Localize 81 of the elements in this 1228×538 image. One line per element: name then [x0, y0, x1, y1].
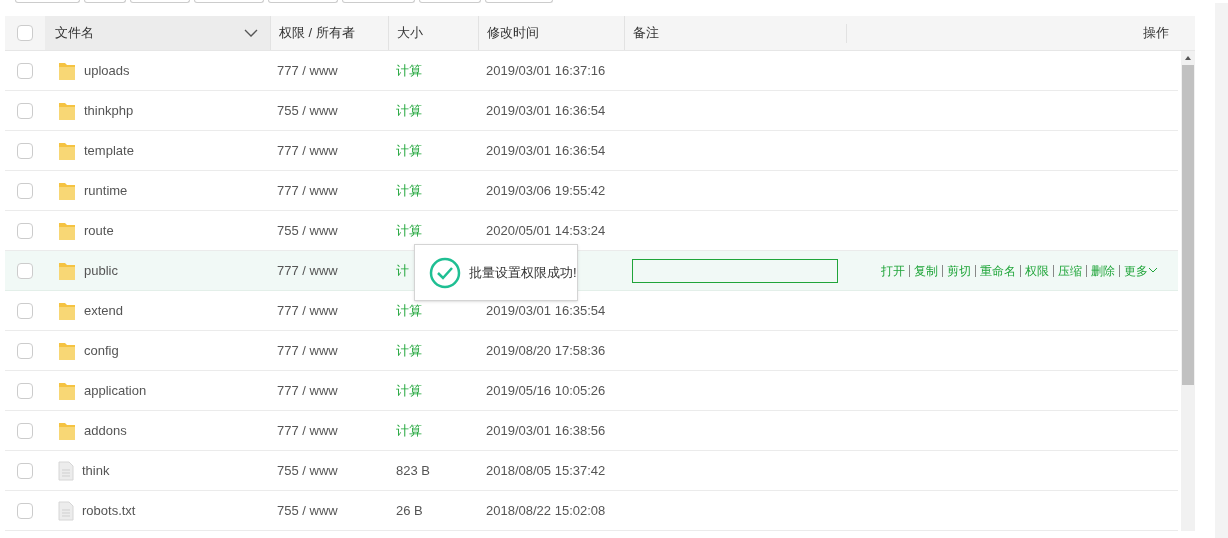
- toolbar-button[interactable]: [84, 0, 126, 3]
- toolbar-button[interactable]: [130, 0, 190, 3]
- file-row[interactable]: config 777 / www 计算 2019/08/20 17:58:36: [5, 331, 1178, 371]
- toolbar-button[interactable]: [342, 0, 415, 3]
- column-header[interactable]: 修改时间: [487, 23, 539, 43]
- column-header[interactable]: 备注: [633, 23, 659, 43]
- file-name[interactable]: addons: [84, 420, 127, 441]
- file-row[interactable]: think 755 / www 823 B 2018/08/05 15:37:42: [5, 451, 1178, 491]
- file-name[interactable]: runtime: [84, 180, 128, 201]
- file-name[interactable]: robots.txt: [82, 500, 136, 521]
- modified-time: 2019/08/20 17:58:36: [486, 342, 606, 358]
- checkbox[interactable]: [17, 462, 33, 479]
- checkbox[interactable]: [17, 382, 33, 399]
- modified-time: 2018/08/22 15:02:08: [486, 502, 606, 518]
- size-text[interactable]: 26 B: [396, 502, 423, 518]
- file-icon: [58, 500, 74, 521]
- toolbar-button[interactable]: [419, 0, 481, 3]
- column-header[interactable]: 大小: [397, 23, 423, 43]
- remark-field[interactable]: [632, 258, 838, 283]
- permissions-text[interactable]: 777 / www: [277, 302, 338, 318]
- file-name[interactable]: think: [82, 460, 110, 481]
- modified-time: 2019/03/01 16:35:54: [486, 302, 606, 318]
- file-icon: [58, 460, 74, 481]
- permissions-text[interactable]: 755 / www: [277, 222, 338, 238]
- file-name[interactable]: application: [84, 380, 147, 401]
- file-name[interactable]: config: [84, 340, 119, 361]
- file-row[interactable]: template 777 / www 计算 2019/03/01 16:36:54: [5, 131, 1178, 171]
- column-header[interactable]: 权限 / 所有者: [279, 23, 355, 43]
- permissions-text[interactable]: 755 / www: [277, 462, 338, 478]
- checkbox[interactable]: [17, 502, 33, 519]
- checkbox[interactable]: [17, 422, 33, 439]
- column-header[interactable]: 文件名: [55, 23, 94, 43]
- size-text[interactable]: 823 B: [396, 462, 430, 478]
- permissions-text[interactable]: 755 / www: [277, 102, 338, 118]
- modified-time: 2018/08/05 15:37:42: [486, 462, 606, 478]
- checkbox[interactable]: [17, 102, 33, 119]
- modified-time: 2019/03/01 16:37:16: [486, 62, 606, 78]
- checkbox[interactable]: [17, 262, 33, 279]
- modified-time: 2019/03/01 16:36:54: [486, 142, 606, 158]
- file-name[interactable]: uploads: [84, 60, 130, 81]
- file-name[interactable]: thinkphp: [84, 100, 134, 121]
- permissions-text[interactable]: 755 / www: [277, 502, 338, 518]
- file-row[interactable]: runtime 777 / www 计算 2019/03/06 19:55:42: [5, 171, 1178, 211]
- checkbox[interactable]: [17, 222, 33, 239]
- toolbar-button[interactable]: [268, 0, 338, 3]
- toast-message: 批量设置权限成功!: [469, 263, 577, 282]
- modified-time: 2019/03/01 16:36:54: [486, 102, 606, 118]
- permissions-text[interactable]: 777 / www: [277, 142, 338, 158]
- permissions-text[interactable]: 777 / www: [277, 62, 338, 78]
- modified-time: 2019/05/16 10:05:26: [486, 382, 606, 398]
- chevron-down-icon[interactable]: [244, 29, 258, 37]
- toolbar-button[interactable]: [194, 0, 264, 3]
- chevron-down-icon: [1148, 267, 1158, 274]
- toolbar-button[interactable]: [485, 0, 553, 3]
- modified-time: 2019/03/01 16:38:56: [486, 422, 606, 438]
- permissions-text[interactable]: 777 / www: [277, 262, 338, 278]
- checkbox[interactable]: [17, 142, 33, 159]
- file-row[interactable]: uploads 777 / www 计算 2019/03/01 16:37:16: [5, 51, 1178, 91]
- checkbox[interactable]: [17, 25, 33, 41]
- toolbar-button[interactable]: [15, 0, 80, 3]
- checkbox[interactable]: [17, 182, 33, 199]
- modified-time: 2019/03/06 19:55:42: [486, 182, 606, 198]
- file-row[interactable]: application 777 / www 计算 2019/05/16 10:05:26: [5, 371, 1178, 411]
- permissions-text[interactable]: 777 / www: [277, 422, 338, 438]
- scrollbar[interactable]: [1181, 51, 1195, 531]
- checkbox[interactable]: [17, 302, 33, 319]
- check-circle-icon: [429, 256, 461, 289]
- file-name[interactable]: template: [84, 140, 134, 161]
- checkbox[interactable]: [17, 62, 33, 79]
- file-name[interactable]: route: [84, 220, 114, 241]
- file-name[interactable]: extend: [84, 300, 124, 321]
- modified-time: 2020/05/01 14:53:24: [486, 222, 606, 238]
- file-row[interactable]: addons 777 / www 计算 2019/03/01 16:38:56: [5, 411, 1178, 451]
- file-row[interactable]: thinkphp 755 / www 计算 2019/03/01 16:36:54: [5, 91, 1178, 131]
- permissions-text[interactable]: 777 / www: [277, 182, 338, 198]
- file-name[interactable]: public: [84, 260, 118, 281]
- column-header[interactable]: 操作: [1143, 23, 1169, 43]
- checkbox[interactable]: [17, 342, 33, 359]
- permissions-text[interactable]: 777 / www: [277, 342, 338, 358]
- permissions-text[interactable]: 777 / www: [277, 382, 338, 398]
- file-row[interactable]: robots.txt 755 / www 26 B 2018/08/22 15:02:08: [5, 491, 1178, 531]
